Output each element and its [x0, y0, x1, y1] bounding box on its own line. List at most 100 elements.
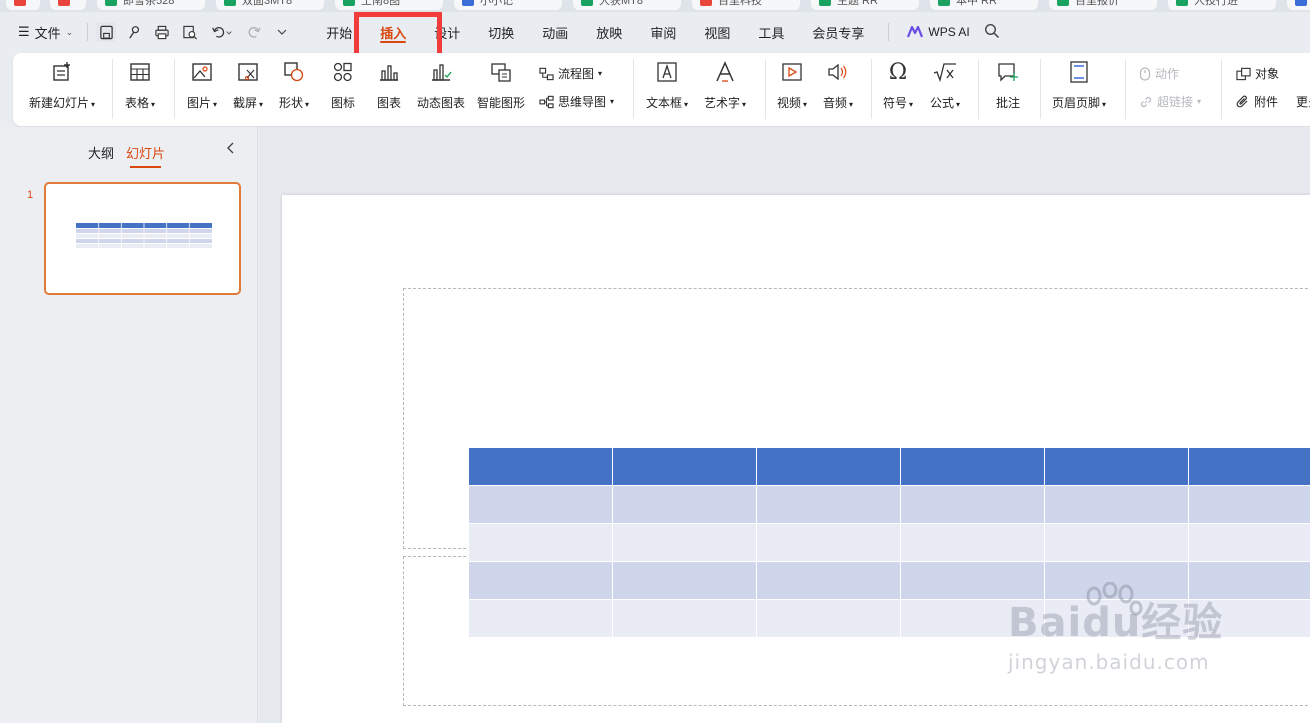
browser-tab[interactable]: 百里科技: [692, 0, 800, 10]
table-cell[interactable]: [1044, 523, 1189, 562]
chart-label: 图表: [376, 96, 401, 110]
table-button[interactable]: 表格 ▾: [125, 59, 155, 111]
tab-member[interactable]: 会员专享: [798, 12, 878, 52]
table-cell[interactable]: [1044, 447, 1189, 486]
save-icon[interactable]: [96, 22, 117, 42]
speaker-icon: [825, 59, 851, 85]
browser-tab[interactable]: 土南8图: [335, 0, 443, 10]
browser-tab[interactable]: 即雪茶528: [97, 0, 205, 10]
wps-ai-button[interactable]: WPS AI: [907, 25, 970, 39]
new-slide-button[interactable]: 新建幻灯片 ▾: [29, 59, 95, 111]
table-cell[interactable]: [1188, 447, 1310, 486]
action-button[interactable]: 动作: [1139, 65, 1179, 82]
formula-button[interactable]: 公式 ▾: [930, 59, 960, 111]
dynamic-chart-icon: [428, 59, 454, 85]
table-cell[interactable]: [468, 561, 613, 600]
table-cell[interactable]: [612, 485, 757, 524]
table-cell[interactable]: [1188, 523, 1310, 562]
slide-number: 1: [27, 189, 34, 201]
mindmap-icon: [539, 95, 554, 108]
table-cell[interactable]: [756, 561, 901, 600]
picture-button[interactable]: 图片 ▾: [187, 59, 217, 111]
browser-tab-more[interactable]: [1287, 0, 1310, 10]
browser-tab[interactable]: 大获MT8: [573, 0, 681, 10]
watermark-brand: Baidu经验: [1008, 600, 1224, 646]
tab-transitions[interactable]: 切换: [474, 12, 528, 52]
browser-tab-wps-home[interactable]: [6, 0, 40, 10]
undo-icon[interactable]: [208, 22, 236, 42]
icon-library-icon: [330, 59, 356, 85]
attachment-button[interactable]: 附件: [1236, 93, 1278, 110]
tab-slideshow[interactable]: 放映: [582, 12, 636, 52]
table-cell[interactable]: [1044, 485, 1189, 524]
symbol-button[interactable]: Ω 符号 ▾: [883, 59, 913, 111]
wordart-button[interactable]: 艺术字 ▾: [704, 59, 746, 111]
tab-animations[interactable]: 动画: [528, 12, 582, 52]
ribbon-divider: [633, 59, 634, 119]
object-button[interactable]: 对象: [1236, 65, 1279, 82]
new-slide-icon: [49, 59, 75, 85]
table-cell[interactable]: [756, 447, 901, 486]
table-cell[interactable]: [468, 599, 613, 638]
more-button[interactable]: 更多: [1296, 93, 1310, 110]
chart-button[interactable]: 图表: [376, 59, 402, 111]
formula-label: 公式: [930, 96, 955, 110]
table-cell[interactable]: [1188, 485, 1310, 524]
browser-tab[interactable]: 主题 RR: [811, 0, 919, 10]
table-cell[interactable]: [900, 523, 1045, 562]
search-icon[interactable]: [984, 23, 1000, 42]
collapse-panel-icon[interactable]: [226, 141, 236, 157]
comment-button[interactable]: 批注: [995, 59, 1021, 111]
icon-button[interactable]: 图标: [330, 59, 356, 111]
browser-tab-pdf[interactable]: [50, 0, 86, 10]
tab-slides[interactable]: 幻灯片: [126, 143, 165, 168]
ribbon-divider: [112, 59, 113, 119]
video-button[interactable]: 视频 ▾: [777, 59, 807, 111]
mindmap-button[interactable]: 思维导图 ▾: [539, 93, 614, 110]
sheet-icon: [343, 0, 355, 6]
print-preview-icon[interactable]: [180, 22, 200, 42]
tab-review[interactable]: 审阅: [636, 12, 690, 52]
table-cell[interactable]: [756, 599, 901, 638]
table-cell[interactable]: [756, 523, 901, 562]
table-cell[interactable]: [612, 523, 757, 562]
hyperlink-button[interactable]: 超链接 ▾: [1139, 93, 1201, 110]
file-menu[interactable]: ☰ 文件 ⌄: [18, 23, 73, 42]
browser-tab[interactable]: 百里报价: [1049, 0, 1157, 10]
tab-view[interactable]: 视图: [690, 12, 744, 52]
table-cell[interactable]: [900, 447, 1045, 486]
table-cell[interactable]: [468, 485, 613, 524]
print-icon[interactable]: [152, 22, 172, 42]
redo-icon[interactable]: [244, 22, 264, 42]
flowchart-icon: [539, 67, 554, 80]
ribbon-divider: [765, 59, 766, 119]
table-cell[interactable]: [756, 485, 901, 524]
chevron-down-icon: ▾: [610, 97, 615, 106]
dynamic-chart-button[interactable]: 动态图表: [417, 59, 465, 111]
browser-tab[interactable]: 小小记: [454, 0, 562, 10]
tab-outline[interactable]: 大纲: [88, 143, 114, 162]
format-painter-icon[interactable]: [124, 22, 144, 42]
browser-tab[interactable]: 本中 RR: [930, 0, 1038, 10]
slide-thumbnail[interactable]: [44, 182, 241, 295]
sheet-icon: [224, 0, 236, 6]
textbox-button[interactable]: 文本框 ▾: [646, 59, 688, 111]
tab-tools[interactable]: 工具: [744, 12, 798, 52]
audio-button[interactable]: 音频 ▾: [823, 59, 853, 111]
screenshot-button[interactable]: 截屏 ▾: [233, 59, 263, 111]
smart-shape-button[interactable]: 智能图形: [477, 59, 525, 111]
browser-tab[interactable]: 人技行进: [1168, 0, 1276, 10]
table-cell[interactable]: [468, 523, 613, 562]
browser-tab[interactable]: 双面3MT8: [216, 0, 324, 10]
quick-access-more-icon[interactable]: [272, 22, 292, 42]
table-cell[interactable]: [468, 447, 613, 486]
header-footer-button[interactable]: 页眉页脚 ▾: [1052, 59, 1106, 111]
shape-button[interactable]: 形状 ▾: [279, 59, 309, 111]
mouse-icon: [1139, 66, 1151, 81]
table-cell[interactable]: [612, 561, 757, 600]
flowchart-button[interactable]: 流程图 ▾: [539, 65, 602, 82]
table-cell[interactable]: [612, 599, 757, 638]
baidu-watermark: Baidu经验 jingyan.baidu.com: [1008, 590, 1223, 674]
table-cell[interactable]: [900, 485, 1045, 524]
table-cell[interactable]: [612, 447, 757, 486]
